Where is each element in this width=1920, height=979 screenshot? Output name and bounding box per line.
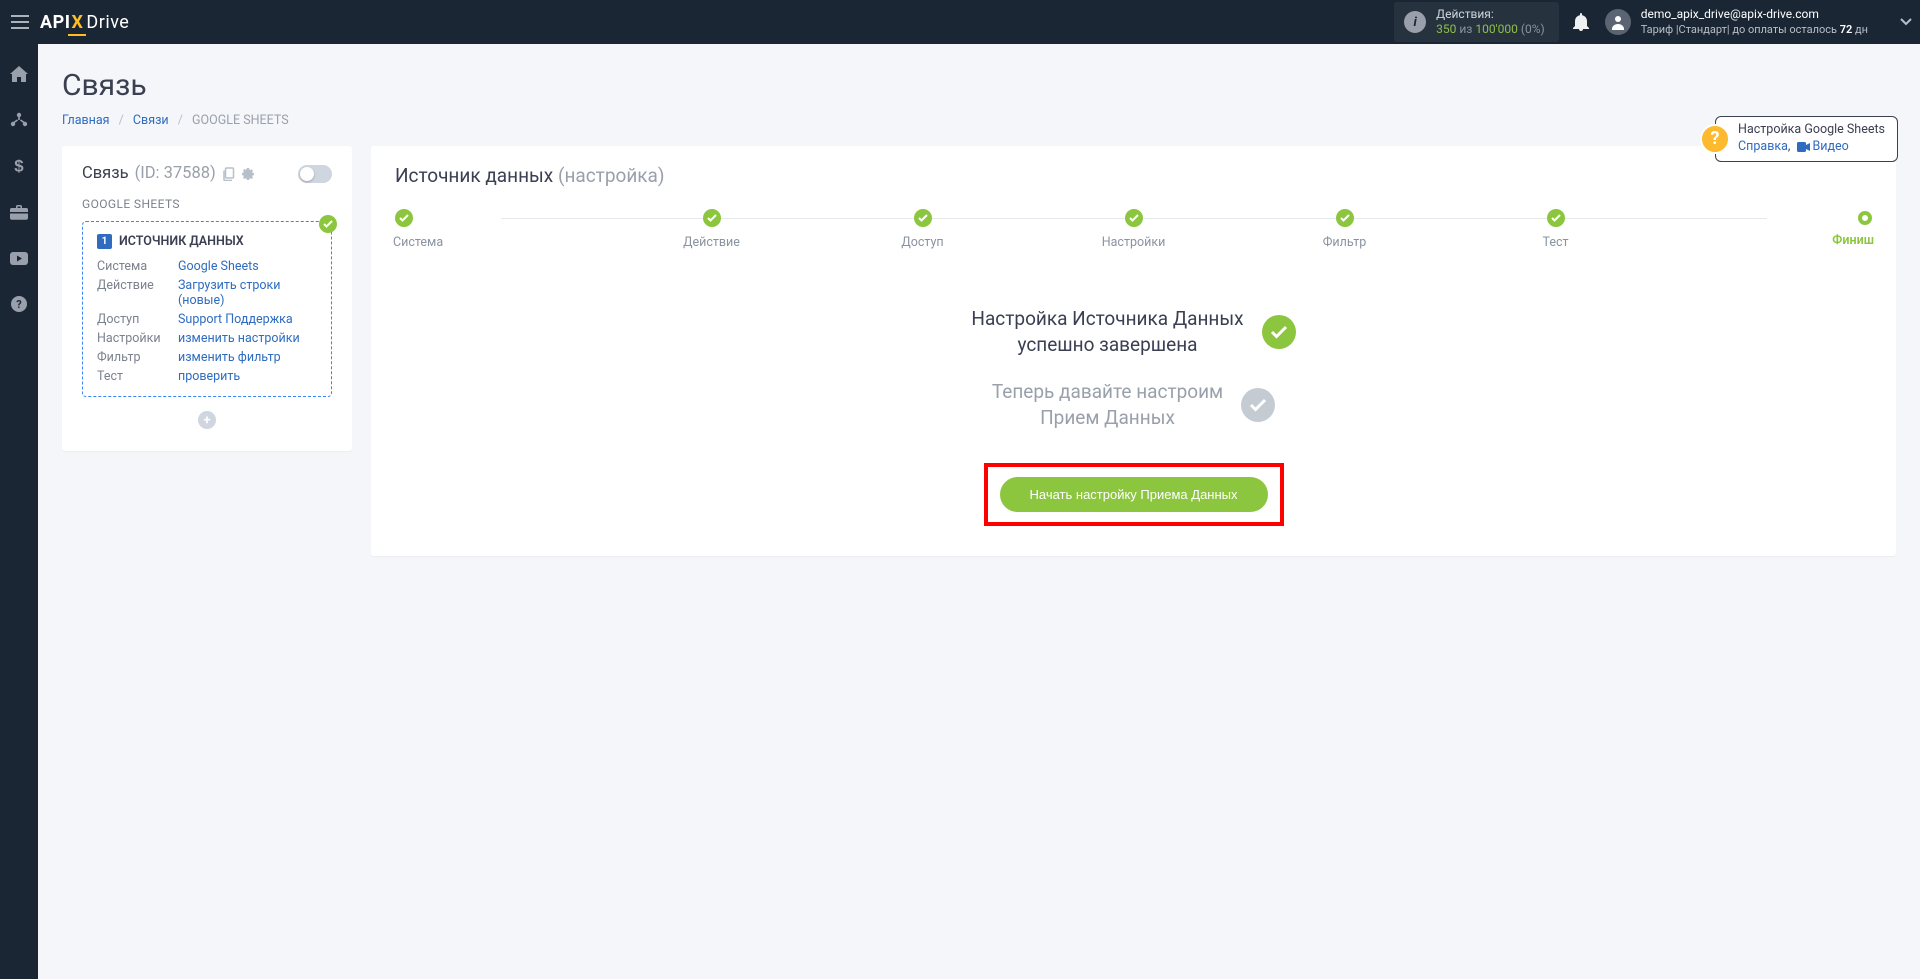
step-label: Система [393, 235, 443, 250]
kv-link[interactable]: Загрузить строки (новые) [178, 278, 280, 308]
start-destination-button[interactable]: Начать настройку Приема Данных [1000, 477, 1268, 512]
dollar-icon[interactable]: $ [7, 154, 31, 178]
kv-value: Support Поддержка [178, 312, 317, 327]
card-left-title: Связь [82, 164, 129, 183]
help-link[interactable]: Справка [1738, 139, 1788, 154]
actions-counter[interactable]: i Действия: 350 из 100'000 (0%) [1394, 2, 1559, 42]
logo[interactable]: APIXDrive [40, 12, 129, 33]
kv-value: проверить [178, 369, 317, 384]
check-circle-icon [1262, 315, 1296, 349]
kv-link[interactable]: проверить [178, 369, 240, 384]
home-icon[interactable] [7, 62, 31, 86]
svg-text:$: $ [14, 157, 24, 175]
step-circle-icon [1336, 209, 1354, 227]
user-email: demo_apix_drive@apix-drive.com [1641, 6, 1868, 22]
help-video[interactable]: Видео [1812, 139, 1848, 154]
kv-key: Доступ [97, 312, 172, 327]
setup-card: Источник данных (настройка) Система Дейст… [371, 146, 1896, 556]
question-icon[interactable]: ? [1700, 124, 1730, 154]
breadcrumb: Главная / Связи / GOOGLE SHEETS [62, 113, 289, 128]
left-sidebar: $ ? [0, 44, 38, 979]
step-Действие[interactable]: Действие [606, 209, 817, 250]
kv-key: Система [97, 259, 172, 274]
step-Фильтр[interactable]: Фильтр [1239, 209, 1450, 250]
finish-pending-row: Теперь давайте настроимПрием Данных [992, 379, 1275, 430]
source-title: ИСТОЧНИК ДАННЫХ [119, 234, 244, 249]
cta-highlight: Начать настройку Приема Данных [984, 463, 1284, 526]
kv-value: Google Sheets [178, 259, 317, 274]
step-circle-icon [1547, 209, 1565, 227]
page-header: Связь Главная / Связи / GOOGLE SHEETS [62, 68, 1896, 128]
source-number: 1 [97, 234, 112, 249]
kv-value: Загрузить строки (новые) [178, 278, 317, 308]
step-label: Доступ [901, 235, 943, 250]
tariff-line: Тариф |Стандарт| до оплаты осталось 72 д… [1641, 23, 1868, 38]
kv-key: Тест [97, 369, 172, 384]
step-Тест[interactable]: Тест [1450, 209, 1661, 250]
step-Настройки[interactable]: Настройки [1028, 209, 1239, 250]
finish-done-row: Настройка Источника Данныхуспешно заверш… [971, 306, 1295, 357]
step-label: Настройки [1102, 235, 1166, 250]
enable-toggle[interactable] [298, 165, 332, 183]
add-destination-button[interactable]: + [198, 411, 216, 429]
actions-label: Действия: [1436, 7, 1545, 22]
svg-text:?: ? [16, 298, 22, 311]
kv-link[interactable]: изменить фильтр [178, 350, 281, 365]
step-circle-icon [703, 209, 721, 227]
hamburger-icon[interactable] [8, 10, 32, 34]
connection-id: (ID: 37588) [135, 164, 216, 183]
crumb-home[interactable]: Главная [62, 113, 110, 128]
connection-summary-card: Связь (ID: 37588) GOOGLE SHEETS 1 ИСТОЧНИ… [62, 146, 352, 451]
step-circle-icon [1858, 211, 1872, 225]
step-label: Фильтр [1323, 235, 1366, 250]
chevron-down-icon [1900, 18, 1912, 26]
pending-check-icon [1241, 388, 1275, 422]
step-label: Действие [683, 235, 740, 250]
bell-icon[interactable] [1573, 13, 1589, 31]
step-label: Финиш [1832, 233, 1874, 248]
help-popup: ? Настройка Google Sheets Справка, Видео [1700, 116, 1898, 162]
help-title: Настройка Google Sheets [1738, 122, 1885, 139]
youtube-icon[interactable] [7, 246, 31, 270]
user-menu[interactable]: demo_apix_drive@apix-drive.com Тариф |Ст… [1605, 6, 1912, 37]
step-Финиш[interactable]: Финиш [1661, 211, 1872, 248]
crumb-links[interactable]: Связи [133, 113, 169, 128]
avatar-icon [1605, 9, 1631, 35]
kv-value: изменить фильтр [178, 350, 317, 365]
video-icon [1797, 142, 1810, 152]
card-left-subtitle: GOOGLE SHEETS [82, 197, 332, 211]
top-navbar: APIXDrive i Действия: 350 из 100'000 (0%… [0, 0, 1920, 44]
gear-icon[interactable] [241, 167, 255, 181]
kv-value: изменить настройки [178, 331, 317, 346]
kv-key: Настройки [97, 331, 172, 346]
crumb-current: GOOGLE SHEETS [192, 113, 289, 128]
kv-link[interactable]: Google Sheets [178, 259, 259, 274]
kv-key: Действие [97, 278, 172, 308]
kv-link[interactable]: изменить настройки [178, 331, 300, 346]
setup-title: Источник данных (настройка) [395, 164, 1872, 187]
step-circle-icon [1125, 209, 1143, 227]
copy-icon[interactable] [222, 167, 235, 181]
step-circle-icon [395, 209, 413, 227]
page-title: Связь [62, 68, 289, 103]
connections-icon[interactable] [7, 108, 31, 132]
source-box: 1 ИСТОЧНИК ДАННЫХ Система Google Sheets Дей… [82, 221, 332, 397]
step-label: Тест [1542, 235, 1568, 250]
step-Доступ[interactable]: Доступ [817, 209, 1028, 250]
stepper: Система Действие Доступ Настройки Фильтр Тест… [395, 209, 1872, 250]
check-badge-icon [319, 215, 337, 233]
actions-value: 350 из 100'000 (0%) [1436, 22, 1545, 37]
kv-link[interactable]: Support Поддержка [178, 312, 293, 327]
info-icon: i [1404, 11, 1426, 33]
briefcase-icon[interactable] [7, 200, 31, 224]
help-icon[interactable]: ? [7, 292, 31, 316]
step-circle-icon [914, 209, 932, 227]
step-Система[interactable]: Система [395, 209, 606, 250]
kv-key: Фильтр [97, 350, 172, 365]
